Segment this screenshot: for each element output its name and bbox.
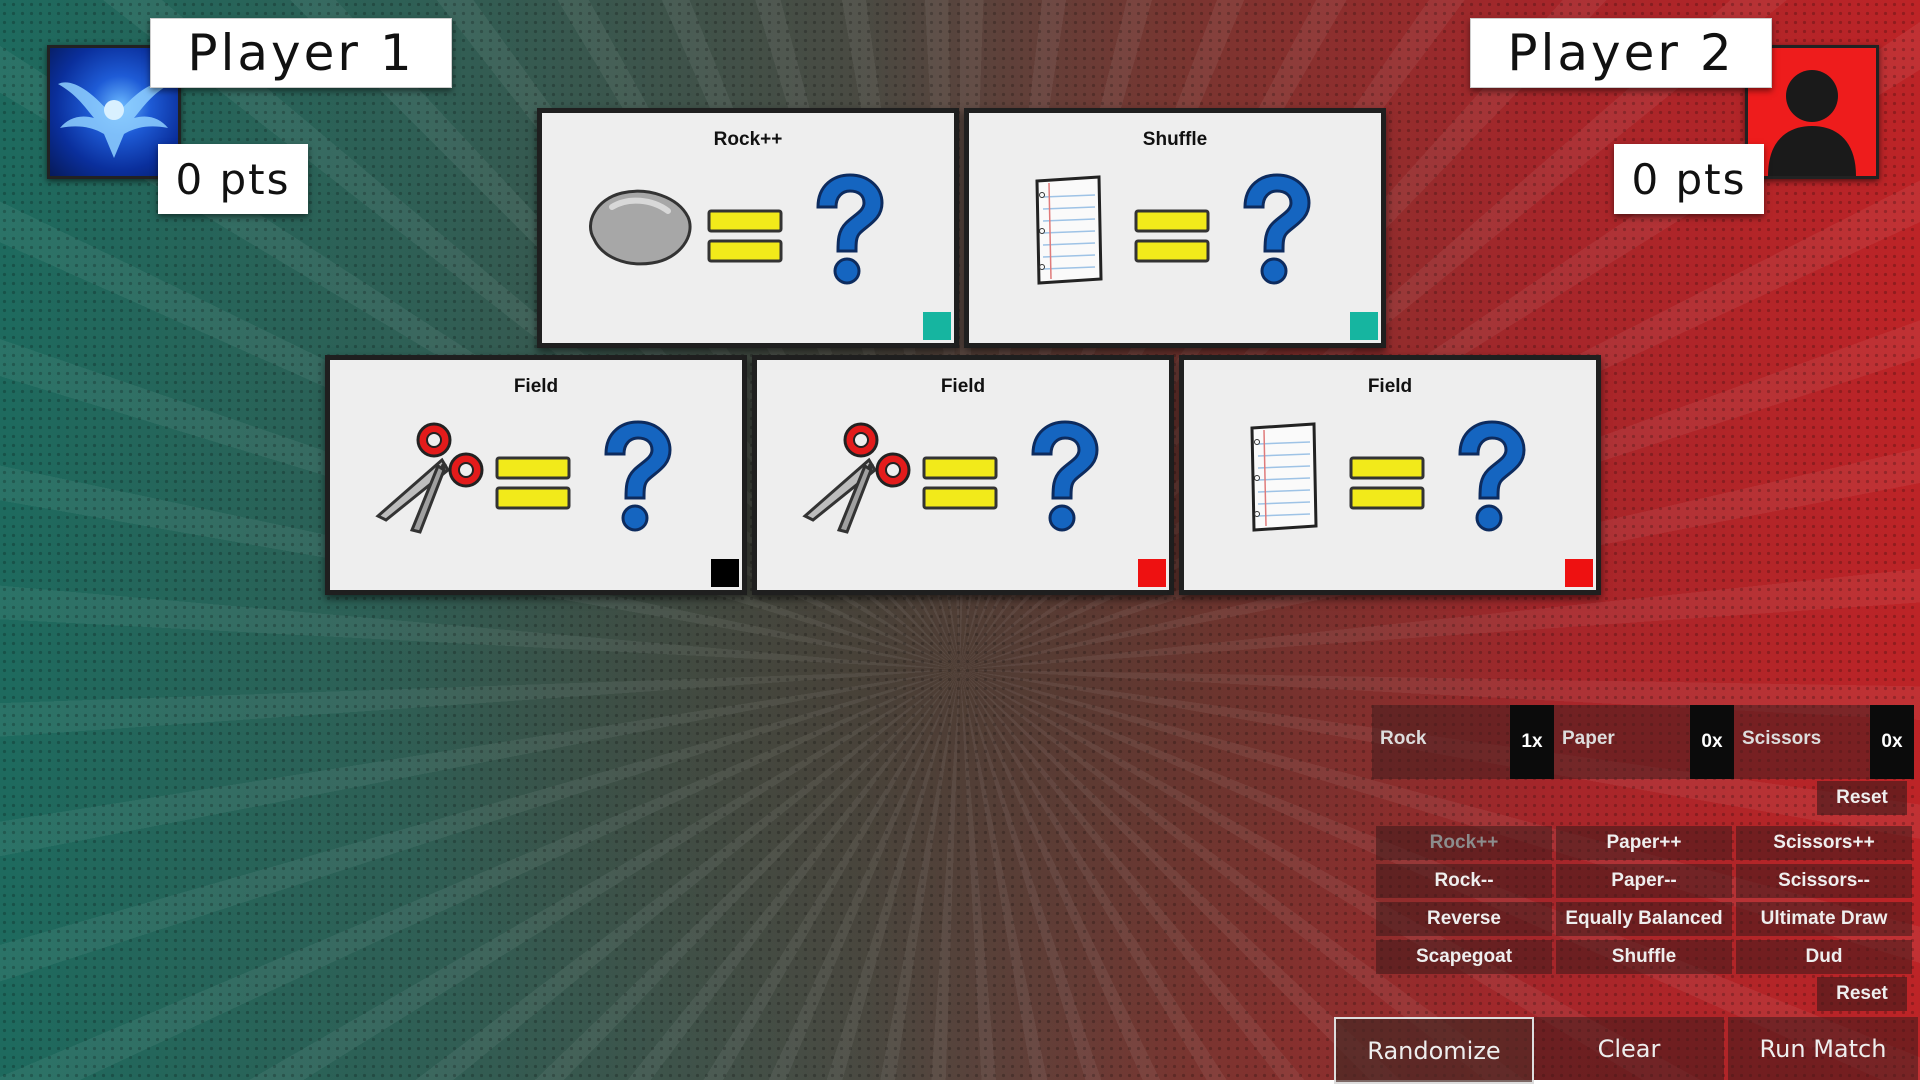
card-button-reverse[interactable]: Reverse [1376, 902, 1552, 936]
scissors-icon [803, 422, 911, 534]
rock-icon [582, 183, 698, 273]
card-button-rock-minus[interactable]: Rock-- [1376, 864, 1552, 898]
player1-name: Player 1 [150, 18, 452, 88]
question-mark-icon [1458, 420, 1526, 532]
question-mark-icon [1031, 420, 1099, 532]
card-button-shuffle[interactable]: Shuffle [1556, 940, 1732, 974]
card-slot-4[interactable]: Field [752, 355, 1174, 595]
move-label: Scissors [1742, 728, 1822, 749]
card-button-scissors-minus[interactable]: Scissors-- [1736, 864, 1912, 898]
move-label: Paper [1562, 728, 1615, 749]
card-title: Shuffle [1142, 129, 1208, 150]
card-owner-marker [1350, 312, 1378, 340]
move-count: 0x [1870, 705, 1914, 779]
card-button-paper-minus[interactable]: Paper-- [1556, 864, 1732, 898]
clear-button[interactable]: Clear [1534, 1017, 1724, 1080]
move-slot-paper[interactable]: Paper 0x [1554, 705, 1734, 779]
move-slot-rock[interactable]: Rock 1x [1372, 705, 1554, 779]
card-button-paper-plus[interactable]: Paper++ [1556, 826, 1732, 860]
equals-icon [1134, 209, 1210, 263]
card-button-equally-balanced[interactable]: Equally Balanced [1556, 902, 1732, 936]
question-mark-icon [816, 173, 884, 285]
card-button-ultimate-draw[interactable]: Ultimate Draw [1736, 902, 1912, 936]
card-owner-marker [1138, 559, 1166, 587]
equals-icon [922, 456, 998, 510]
player1-score: 0 pts [158, 144, 308, 214]
card-title: Field [1367, 376, 1413, 397]
equals-icon [1349, 456, 1425, 510]
card-owner-marker [711, 559, 739, 587]
run-match-button[interactable]: Run Match [1728, 1017, 1918, 1080]
paper-icon [1035, 175, 1103, 285]
card-owner-marker [923, 312, 951, 340]
reset-moves-button[interactable]: Reset [1817, 781, 1907, 815]
card-slot-2[interactable]: Shuffle [964, 108, 1386, 348]
move-count: 0x [1690, 705, 1734, 779]
scissors-icon [376, 422, 484, 534]
paper-icon [1250, 422, 1318, 532]
question-mark-icon [1243, 173, 1311, 285]
card-button-dud[interactable]: Dud [1736, 940, 1912, 974]
card-title: Field [513, 376, 559, 397]
card-button-scapegoat[interactable]: Scapegoat [1376, 940, 1552, 974]
equals-icon [495, 456, 571, 510]
card-slot-5[interactable]: Field [1179, 355, 1601, 595]
equals-icon [707, 209, 783, 263]
card-title: Rock++ [713, 129, 783, 150]
card-slot-1[interactable]: Rock++ [537, 108, 959, 348]
card-button-rock-plus[interactable]: Rock++ [1376, 826, 1552, 860]
player2-score: 0 pts [1614, 144, 1764, 214]
card-button-scissors-plus[interactable]: Scissors++ [1736, 826, 1912, 860]
card-slot-3[interactable]: Field [325, 355, 747, 595]
player2-name: Player 2 [1470, 18, 1772, 88]
question-mark-icon [604, 420, 672, 532]
move-slot-scissors[interactable]: Scissors 0x [1734, 705, 1914, 779]
randomize-button[interactable]: Randomize [1334, 1017, 1534, 1084]
move-count: 1x [1510, 705, 1554, 779]
move-label: Rock [1380, 728, 1427, 749]
card-owner-marker [1565, 559, 1593, 587]
reset-cards-button[interactable]: Reset [1817, 977, 1907, 1011]
card-title: Field [940, 376, 986, 397]
